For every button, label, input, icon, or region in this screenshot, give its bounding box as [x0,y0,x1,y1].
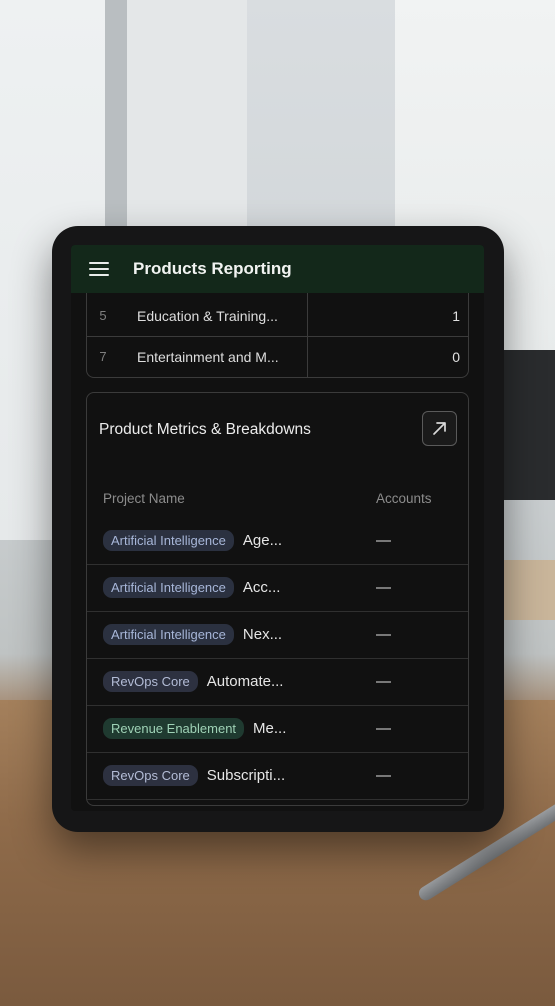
table-row[interactable]: RevOps Core Automate... — [87,658,468,706]
app-bar: Products Reporting [71,245,484,293]
column-header-project-name[interactable]: Project Name [103,491,185,506]
category-tag: Artificial Intelligence [103,577,234,598]
row-value: 1 [452,307,460,324]
project-name: Automate... [206,673,284,690]
accounts-value: — [376,673,391,690]
app-title: Products Reporting [133,259,292,278]
tablet-screen: Products Reporting 5 Education & Trainin… [71,245,484,811]
category-tag: Artificial Intelligence [103,530,234,551]
project-name: Me... [253,720,287,737]
accounts-value: — [376,626,391,643]
accounts-value: — [376,532,391,549]
background-desk [502,560,555,620]
project-name: Nex... [242,626,283,643]
card-title: Product Metrics & Breakdowns [99,421,311,438]
project-name: Age... [242,532,283,549]
accounts-value: — [376,579,391,596]
row-index: 7 [99,349,107,364]
table-row[interactable]: Artificial Intelligence Acc... — [87,564,468,612]
table-row[interactable]: Artificial Intelligence Age... — [87,517,468,565]
table-row[interactable]: Revenue Enablement Me... — [87,705,468,753]
category-table: 5 Education & Training... 1 7 Entertainm… [86,293,469,378]
accounts-value: — [376,767,391,784]
background-monitor [500,350,555,500]
accounts-value: — [376,720,391,737]
row-value: 0 [452,348,460,365]
table-row[interactable]: RevOps Core Subscripti... — [87,752,468,800]
table-row[interactable]: 5 Education & Training... 1 [87,295,468,337]
background-window [127,0,247,230]
project-name: Acc... [242,579,281,596]
table-row[interactable]: Artificial Intelligence Nex... — [87,611,468,659]
category-tag: RevOps Core [103,671,198,692]
column-header-accounts[interactable]: Accounts [376,491,432,506]
arrow-up-right-icon [433,422,446,435]
row-index: 5 [99,308,107,323]
hamburger-menu-icon[interactable] [89,262,109,276]
category-tag: RevOps Core [103,765,198,786]
category-tag: Revenue Enablement [103,718,245,739]
table-row[interactable]: 7 Entertainment and M... 0 [87,336,468,377]
open-external-button[interactable] [422,411,457,446]
category-tag: Artificial Intelligence [103,624,234,645]
row-name: Education & Training... [137,307,278,324]
product-metrics-card: Product Metrics & Breakdowns Project Nam… [86,392,469,806]
row-name: Entertainment and M... [137,348,279,365]
project-name: Subscripti... [206,767,286,784]
